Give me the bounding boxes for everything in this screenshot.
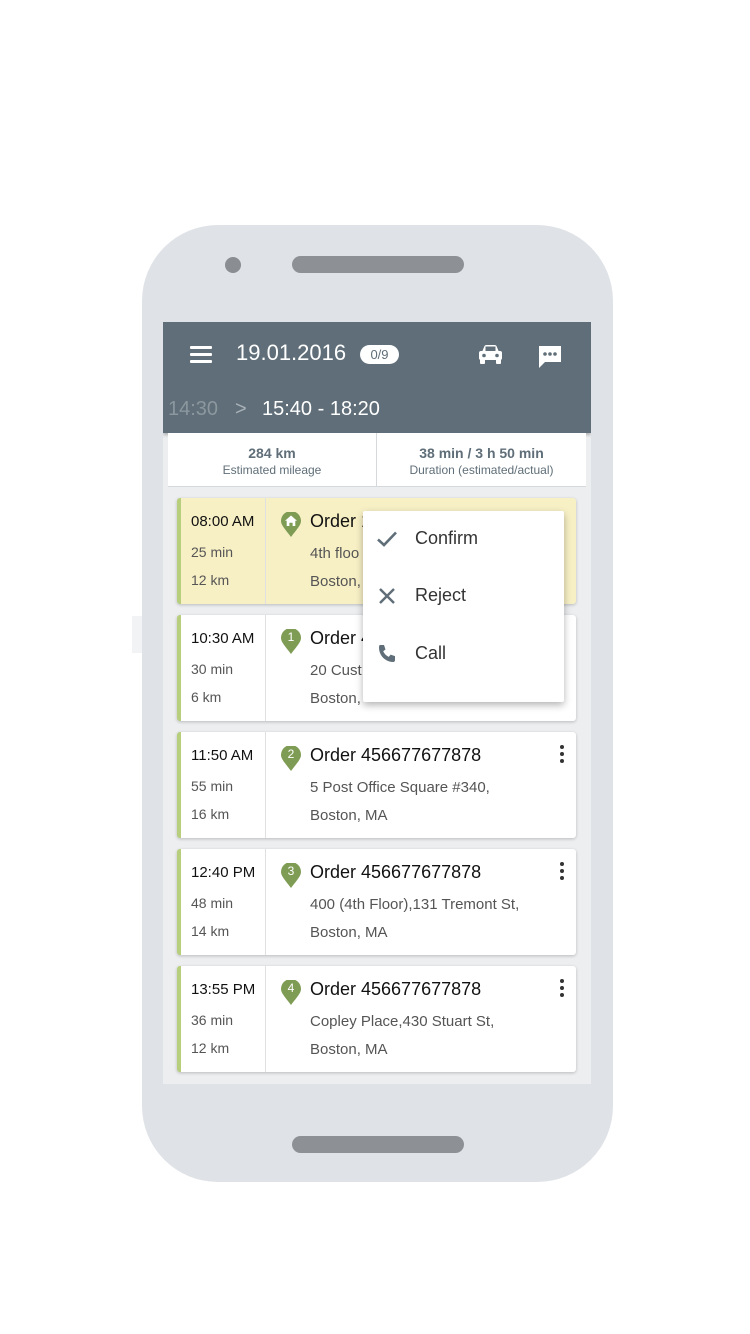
card-divider: [265, 498, 266, 604]
order-number: Order 1: [310, 511, 372, 531]
order-number: Order 456677677878: [310, 979, 482, 999]
context-menu: Confirm Reject Call: [363, 511, 564, 702]
earpiece-speaker: [292, 256, 464, 273]
numbered-pin-icon: 3: [281, 862, 301, 889]
address-city: Boston,: [310, 690, 361, 707]
check-icon: [375, 527, 399, 551]
card-divider: [265, 732, 266, 838]
more-vert-icon[interactable]: [559, 861, 565, 881]
stop-duration: 25 min: [191, 544, 234, 560]
stop-duration: 55 min: [191, 778, 234, 794]
menu-icon[interactable]: [190, 346, 212, 364]
menu-item-call[interactable]: Call: [363, 626, 564, 682]
duration-label: Duration (estimated/actual): [409, 463, 554, 477]
stop-duration: 48 min: [191, 895, 234, 911]
address-line: Copley Place,430 Stuart St,: [310, 1013, 495, 1030]
card-divider: [265, 966, 266, 1072]
car-icon[interactable]: [477, 343, 504, 367]
menu-item-label: Reject: [415, 585, 467, 605]
numbered-pin-icon: 2: [281, 745, 301, 772]
more-vert-icon[interactable]: [559, 978, 565, 998]
menu-item-label: Call: [415, 643, 447, 663]
stop-card[interactable]: 11:50 AM 55 min 16 km 2 Order 4566776778…: [177, 732, 576, 838]
stop-distance: 16 km: [191, 806, 230, 822]
numbered-pin-icon: 4: [281, 979, 301, 1006]
mileage-stat: 284 km Estimated mileage: [168, 433, 376, 486]
stop-time: 13:55 PM: [191, 981, 256, 998]
order-number: Order 456677677878: [310, 862, 482, 882]
stop-duration: 36 min: [191, 1012, 234, 1028]
address-city: Boston, MA: [310, 924, 388, 941]
stop-time: 11:50 AM: [191, 747, 254, 764]
order-number: Order 456677677878: [310, 745, 482, 765]
menu-item-reject[interactable]: Reject: [363, 568, 564, 624]
stop-distance: 6 km: [191, 689, 222, 705]
stop-card[interactable]: 13:55 PM 36 min 12 km 4 Order 4566776778…: [177, 966, 576, 1072]
side-edge: [132, 616, 142, 653]
address-line: 400 (4th Floor),131 Tremont St,: [310, 896, 520, 913]
app-bar: 19.01.2016 0/9 14:30 > 15:40 - 18:20: [163, 322, 591, 433]
stop-distance: 12 km: [191, 1040, 230, 1056]
phone-icon: [375, 642, 399, 666]
address-line: 5 Post Office Square #340,: [310, 779, 490, 796]
current-window: 15:40 - 18:20: [262, 398, 380, 420]
pin-number: 3: [287, 864, 295, 878]
pin-number: 2: [287, 747, 295, 761]
mileage-label: Estimated mileage: [222, 463, 322, 477]
stop-distance: 14 km: [191, 923, 230, 939]
home-button: [292, 1136, 464, 1153]
route-stats: 284 km Estimated mileage 38 min / 3 h 50…: [168, 433, 586, 487]
chat-icon[interactable]: [537, 344, 563, 370]
menu-item-confirm[interactable]: Confirm: [363, 511, 564, 567]
more-vert-icon[interactable]: [559, 744, 565, 764]
card-divider: [265, 849, 266, 955]
order-number: Order 4: [310, 628, 372, 648]
route-date: 19.01.2016: [236, 340, 347, 365]
previous-window[interactable]: 14:30: [168, 398, 218, 421]
address-city: Boston, MA: [310, 1041, 388, 1058]
duration-value: 38 min / 3 h 50 min: [419, 445, 544, 461]
stop-time: 12:40 PM: [191, 864, 256, 881]
home-pin-icon: [281, 511, 301, 538]
address-line: 4th floo: [310, 545, 360, 562]
chevron-right-icon: >: [235, 398, 247, 420]
front-camera: [225, 257, 241, 273]
stop-time: 10:30 AM: [191, 630, 255, 647]
address-city: Boston,: [310, 573, 361, 590]
numbered-pin-icon: 1: [281, 628, 301, 655]
pin-number: 4: [287, 981, 295, 995]
menu-item-label: Confirm: [415, 528, 479, 548]
close-icon: [375, 584, 399, 608]
card-divider: [265, 615, 266, 721]
stop-time: 08:00 AM: [191, 513, 255, 530]
mileage-value: 284 km: [248, 445, 296, 461]
pin-number: 1: [287, 630, 295, 644]
progress-badge: 0/9: [360, 345, 399, 364]
app-screen: 19.01.2016 0/9 14:30 > 15:40 - 18:20 284…: [163, 322, 591, 1084]
address-city: Boston, MA: [310, 807, 388, 824]
stop-distance: 12 km: [191, 572, 230, 588]
duration-stat: 38 min / 3 h 50 min Duration (estimated/…: [377, 433, 586, 486]
stop-card[interactable]: 12:40 PM 48 min 14 km 3 Order 4566776778…: [177, 849, 576, 955]
address-line: 20 Cust: [310, 662, 362, 679]
stop-duration: 30 min: [191, 661, 234, 677]
